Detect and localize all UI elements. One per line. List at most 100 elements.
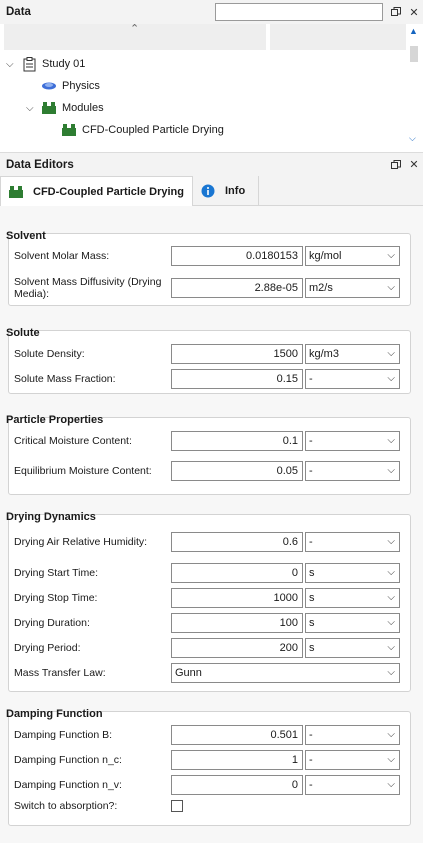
unit-select[interactable]: kg/m3 ⌵ [305, 344, 400, 364]
field-label: Switch to absorption?: [14, 800, 118, 812]
field-label: Mass Transfer Law: [14, 667, 106, 679]
restore-icon[interactable] [387, 156, 405, 174]
chevron-down-icon: ⌵ [387, 642, 395, 653]
unit-select[interactable]: - ⌵ [305, 369, 400, 389]
group-title-solute: Solute [6, 327, 40, 339]
close-icon[interactable]: ✕ [405, 156, 423, 174]
unit-select[interactable]: - ⌵ [305, 750, 400, 770]
scroll-up-icon[interactable]: ▲ [409, 26, 418, 36]
chevron-down-icon: ⌵ [387, 373, 395, 384]
group-title-damping: Damping Function [6, 708, 103, 720]
field-label: Damping Function n_v: [14, 779, 122, 791]
group-title-solvent: Solvent [6, 230, 46, 242]
unit-select[interactable]: s ⌵ [305, 588, 400, 608]
switch-to-absorption-checkbox[interactable] [171, 800, 183, 812]
chevron-down-icon[interactable]: ⌵ [26, 103, 40, 114]
scroll-thumb[interactable] [410, 46, 418, 62]
field-label: Drying Period: [14, 642, 81, 654]
unit-select[interactable]: m2/s ⌵ [305, 278, 400, 298]
field-label: Drying Start Time: [14, 567, 99, 579]
field-value-input[interactable]: 1500 [171, 344, 303, 364]
tab-cfd-coupled-particle-drying[interactable]: CFD-Coupled Particle Drying [0, 176, 193, 206]
unit-select[interactable]: - ⌵ [305, 431, 400, 451]
restore-icon[interactable] [387, 3, 405, 21]
field-row: Switch to absorption?: [14, 800, 401, 812]
unit-select[interactable]: s ⌵ [305, 613, 400, 633]
field-row: Critical Moisture Content: 0.1 - ⌵ [14, 431, 401, 451]
field-label: Damping Function n_c: [14, 754, 122, 766]
chevron-down-icon[interactable]: ⌵ [6, 59, 20, 70]
chevron-down-icon: ⌵ [387, 465, 395, 476]
unit-select[interactable]: - ⌵ [305, 775, 400, 795]
module-icon [7, 184, 25, 200]
field-row: Solute Mass Fraction: 0.15 - ⌵ [14, 369, 401, 389]
tree-item-cfd-module[interactable]: CFD-Coupled Particle Drying [60, 120, 224, 140]
tab-label: CFD-Coupled Particle Drying [33, 185, 184, 198]
group-title-particle: Particle Properties [6, 414, 104, 426]
editor-tabs: CFD-Coupled Particle Drying Info [0, 176, 423, 206]
field-value-input[interactable]: 2.88e-05 [171, 278, 303, 298]
chevron-down-icon: ⌵ [387, 617, 395, 628]
field-row: Drying Stop Time: 1000 s ⌵ [14, 588, 401, 608]
chevron-down-icon: ⌵ [387, 250, 395, 261]
chevron-down-icon: ⌵ [387, 282, 395, 293]
editors-panel-header: Data Editors ✕ [0, 152, 423, 176]
tree-item-label: Physics [62, 80, 100, 92]
chevron-down-icon: ⌵ [387, 754, 395, 765]
clipboard-icon [20, 56, 38, 72]
field-value-input[interactable]: 0 [171, 775, 303, 795]
close-icon[interactable]: ✕ [405, 3, 423, 21]
module-icon [60, 122, 78, 138]
field-row: Mass Transfer Law: Gunn ⌵ [14, 663, 401, 683]
field-value-input[interactable]: 0.1 [171, 431, 303, 451]
data-panel-title: Data [6, 6, 31, 18]
tree-item-physics[interactable]: Physics [26, 76, 100, 96]
field-value-input[interactable]: 0.05 [171, 461, 303, 481]
unit-select[interactable]: s ⌵ [305, 638, 400, 658]
data-tree: ⌃ ⌵ Study 01 Physics ⌵ Modules CFD-Coupl… [0, 23, 423, 146]
field-label: Drying Stop Time: [14, 592, 98, 604]
field-label: Solvent Molar Mass: [14, 250, 110, 262]
data-search-input[interactable] [215, 3, 383, 21]
field-value-input[interactable]: 0.15 [171, 369, 303, 389]
info-icon [199, 183, 217, 199]
field-value-input[interactable]: 1000 [171, 588, 303, 608]
field-label: Drying Duration: [14, 617, 90, 629]
field-row: Drying Start Time: 0 s ⌵ [14, 563, 401, 583]
scroll-down-icon[interactable]: ⌵ [409, 133, 416, 144]
group-particle-properties [8, 417, 411, 495]
tree-column-name[interactable]: ⌃ [4, 23, 266, 50]
field-value-input[interactable]: 100 [171, 613, 303, 633]
unit-select[interactable]: s ⌵ [305, 563, 400, 583]
field-label: Critical Moisture Content: [14, 435, 132, 447]
field-row: Solvent Molar Mass: 0.0180153 kg/mol ⌵ [14, 246, 401, 266]
mass-transfer-law-select[interactable]: Gunn ⌵ [171, 663, 400, 683]
chevron-down-icon: ⌵ [387, 536, 395, 547]
field-label: Solute Mass Fraction: [14, 373, 116, 385]
field-value-input[interactable]: 0.0180153 [171, 246, 303, 266]
field-value-input[interactable]: 0 [171, 563, 303, 583]
unit-select[interactable]: - ⌵ [305, 725, 400, 745]
physics-icon [40, 78, 58, 94]
field-value-input[interactable]: 1 [171, 750, 303, 770]
tree-column-value[interactable] [270, 24, 406, 50]
field-value-input[interactable]: 0.6 [171, 532, 303, 552]
tab-info[interactable]: Info [193, 176, 259, 206]
field-label: Equilibrium Moisture Content: [14, 465, 152, 477]
field-value-input[interactable]: 200 [171, 638, 303, 658]
field-label: Solvent Mass Diffusivity (Drying Media): [14, 276, 162, 300]
field-row: Drying Period: 200 s ⌵ [14, 638, 401, 658]
chevron-down-icon: ⌵ [387, 567, 395, 578]
field-row: Drying Air Relative Humidity: 0.6 - ⌵ [14, 532, 401, 552]
unit-select[interactable]: kg/mol ⌵ [305, 246, 400, 266]
field-row: Solute Density: 1500 kg/m3 ⌵ [14, 344, 401, 364]
tree-scrollbar[interactable]: ▲ ⌵ [409, 26, 419, 144]
chevron-down-icon: ⌵ [387, 348, 395, 359]
unit-select[interactable]: - ⌵ [305, 461, 400, 481]
modules-icon [40, 100, 58, 116]
tree-item-study[interactable]: ⌵ Study 01 [6, 54, 85, 74]
unit-select[interactable]: - ⌵ [305, 532, 400, 552]
field-row: Damping Function B: 0.501 - ⌵ [14, 725, 401, 745]
tree-item-modules[interactable]: ⌵ Modules [26, 98, 104, 118]
field-value-input[interactable]: 0.501 [171, 725, 303, 745]
